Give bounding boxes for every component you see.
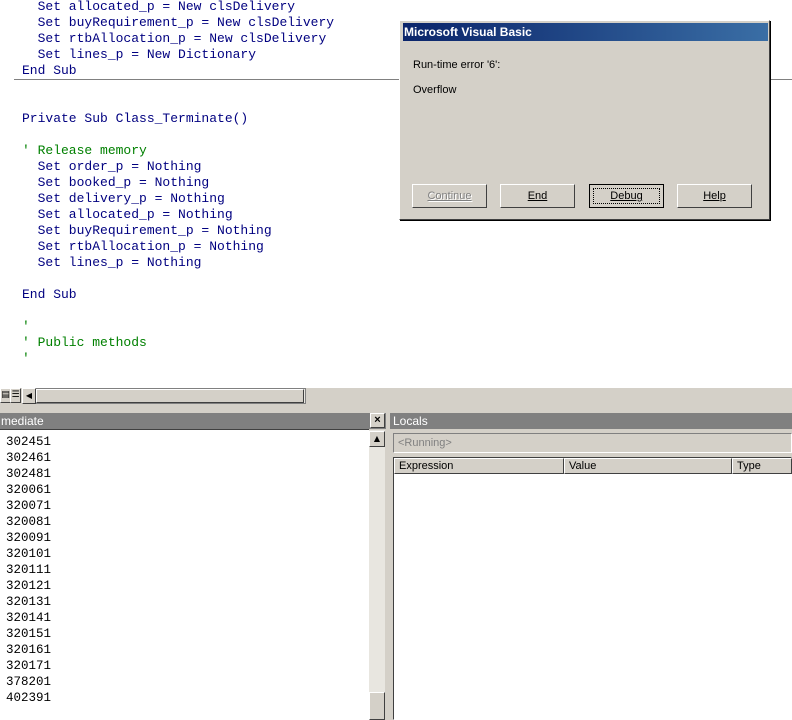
code-line[interactable]: Set lines_p = New Dictionary [22, 47, 256, 63]
immediate-output-line: 320091 [6, 531, 52, 545]
immediate-output-line: 320171 [6, 659, 52, 673]
error-message-text: Overflow [413, 84, 457, 96]
code-line[interactable]: End Sub [22, 63, 77, 79]
immediate-output-line: 320141 [6, 611, 52, 625]
immediate-output-line: 320071 [6, 499, 52, 513]
error-code-text: Run-time error '6': [413, 59, 501, 71]
end-button[interactable]: End [500, 184, 575, 208]
immediate-output-line: 302461 [6, 451, 52, 465]
locals-context: <Running> [393, 433, 792, 453]
code-line[interactable]: Set allocated_p = Nothing [22, 207, 233, 223]
code-hscroll-thumb[interactable] [36, 389, 304, 403]
code-line[interactable]: Set order_p = Nothing [22, 159, 202, 175]
code-comment-line[interactable]: ' [22, 351, 30, 367]
locals-window-title: Locals [390, 413, 792, 429]
code-comment-line[interactable]: ' Release memory [22, 143, 147, 159]
immediate-output-line: 320101 [6, 547, 52, 561]
immediate-output-line: 302481 [6, 467, 52, 481]
column-header-type[interactable]: Type [732, 458, 792, 474]
debug-button[interactable]: Debug [589, 184, 664, 208]
immediate-output-line: 320061 [6, 483, 52, 497]
code-line[interactable]: Set booked_p = Nothing [22, 175, 210, 191]
code-line[interactable]: Private Sub Class_Terminate() [22, 111, 248, 127]
full-module-view-icon[interactable]: ☰ [10, 388, 21, 403]
scroll-left-icon[interactable]: ◀ [22, 388, 36, 404]
locals-grid[interactable] [393, 457, 792, 720]
code-line[interactable]: End Sub [22, 287, 77, 303]
dock-splitter[interactable] [0, 404, 792, 413]
code-line[interactable]: Set rtbAllocation_p = Nothing [22, 239, 264, 255]
close-icon[interactable]: × [370, 413, 385, 428]
code-line[interactable]: Set allocated_p = New clsDelivery [22, 0, 295, 15]
column-header-expression[interactable]: Expression [394, 458, 564, 474]
column-header-value[interactable]: Value [564, 458, 732, 474]
code-line[interactable]: Set buyRequirement_p = Nothing [22, 223, 272, 239]
code-comment-line[interactable]: ' Public methods [22, 335, 147, 351]
code-line[interactable]: Set rtbAllocation_p = New clsDelivery [22, 31, 327, 47]
code-comment-line[interactable]: ' [22, 319, 30, 335]
immediate-output-line: 320121 [6, 579, 52, 593]
immediate-output-line: 320111 [6, 563, 52, 577]
immediate-window-title: mediate [0, 413, 386, 429]
immediate-vscroll-thumb[interactable] [369, 692, 385, 720]
help-button[interactable]: Help [677, 184, 752, 208]
immediate-output-line: 402391 [6, 691, 52, 705]
scroll-up-icon[interactable]: ▲ [369, 431, 385, 447]
immediate-output-line: 320161 [6, 643, 52, 657]
code-line[interactable]: Set delivery_p = Nothing [22, 191, 225, 207]
immediate-output-line: 320081 [6, 515, 52, 529]
immediate-window[interactable]: 302451 302461 302481 320061 320071 320081 3200… [0, 429, 369, 720]
dialog-title[interactable]: Microsoft Visual Basic [403, 23, 768, 41]
immediate-vscrollbar[interactable] [369, 430, 385, 720]
immediate-output-line: 320151 [6, 627, 52, 641]
code-line[interactable]: Set lines_p = Nothing [22, 255, 202, 271]
code-line[interactable]: Set buyRequirement_p = New clsDelivery [22, 15, 334, 31]
immediate-output-line: 378201 [6, 675, 52, 689]
immediate-output-line: 302451 [6, 435, 52, 449]
continue-button[interactable]: Continue [412, 184, 487, 208]
immediate-output-line: 320131 [6, 595, 52, 609]
